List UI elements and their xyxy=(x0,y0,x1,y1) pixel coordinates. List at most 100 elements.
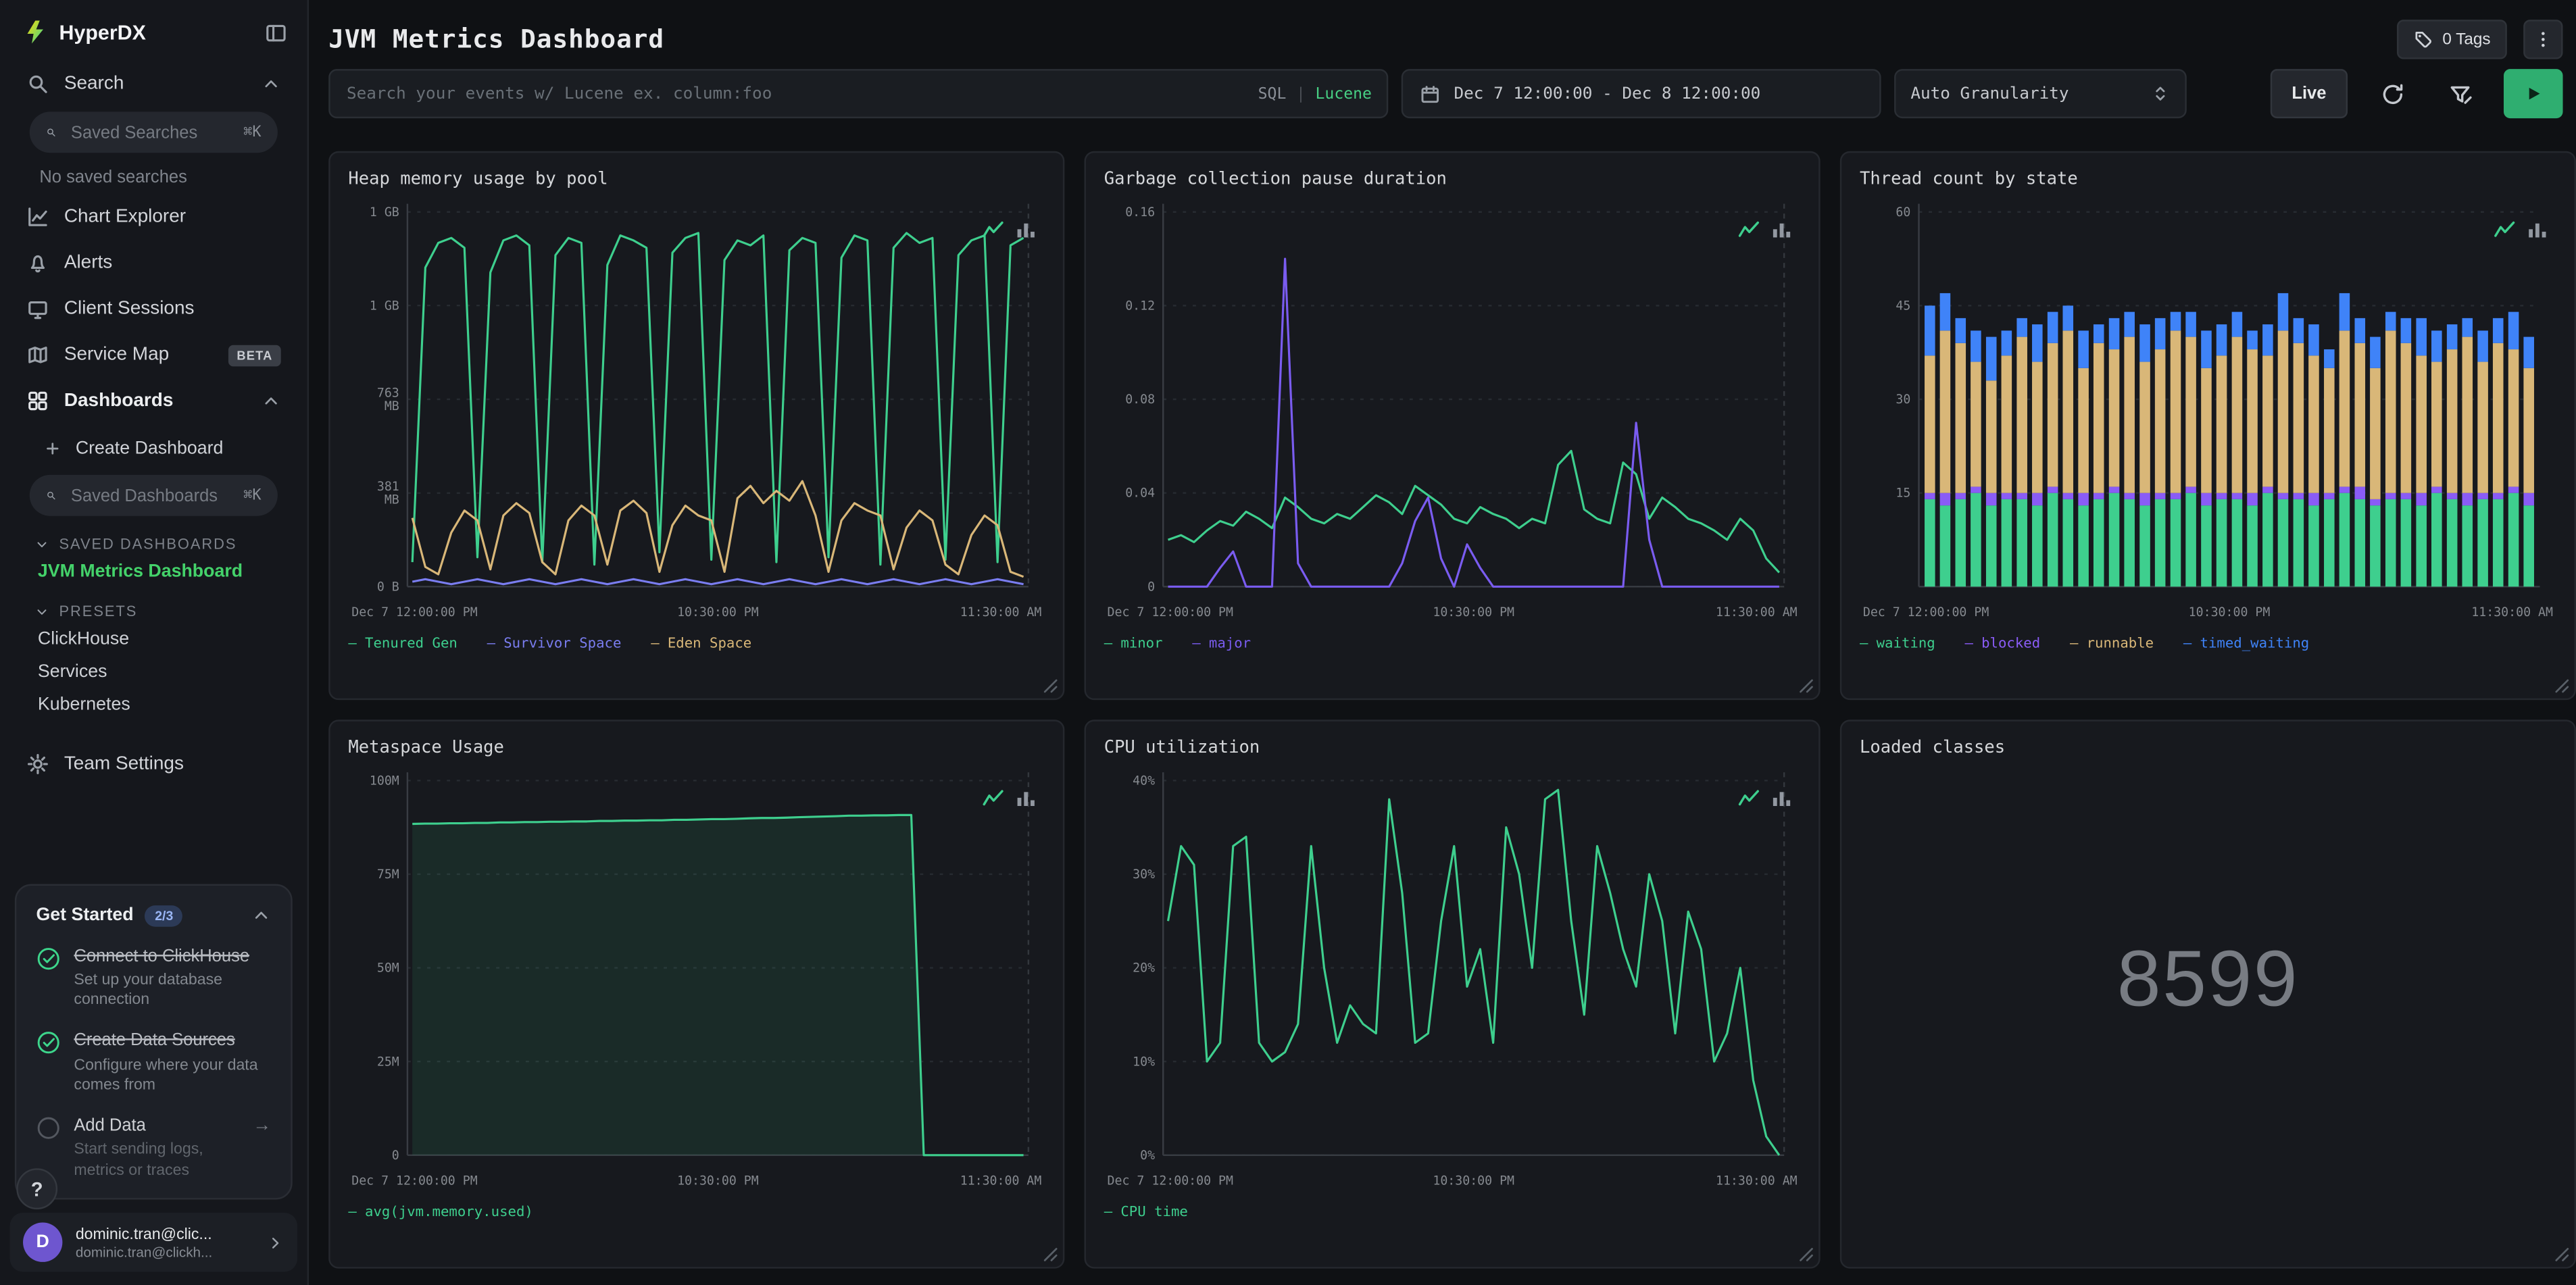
event-search-input[interactable] xyxy=(328,69,1389,119)
panel-chart[interactable]: 8599 xyxy=(1860,761,2556,1198)
svg-text:0: 0 xyxy=(392,1149,399,1163)
legend-item[interactable]: — avg(jvm.memory.used) xyxy=(348,1205,532,1221)
sidebar-item-kubernetes[interactable]: Kubernetes xyxy=(13,688,294,722)
chart-explorer-icon xyxy=(28,207,47,226)
svg-text:11:30:00 AM: 11:30:00 AM xyxy=(1716,1174,1798,1188)
sidebar-item-chart-explorer[interactable]: Chart Explorer xyxy=(13,194,294,240)
sidebar-item-jvm-dashboard[interactable]: JVM Metrics Dashboard xyxy=(13,555,294,588)
resize-handle-icon[interactable] xyxy=(2553,677,2569,693)
sql-toggle[interactable]: SQL xyxy=(1258,84,1287,103)
lucene-toggle[interactable]: Lucene xyxy=(1316,84,1372,103)
legend-label: runnable xyxy=(2086,636,2154,653)
get-started-title: Get Started xyxy=(36,905,134,926)
resize-handle-icon[interactable] xyxy=(2553,1246,2569,1262)
svg-text:45: 45 xyxy=(1896,299,1910,313)
granularity-select[interactable]: Auto Granularity xyxy=(1894,69,2187,119)
saved-searches-field[interactable] xyxy=(68,120,232,144)
panel-title[interactable]: CPU utilization xyxy=(1104,738,1801,757)
step-subtitle: Set up your database connection xyxy=(74,970,222,1009)
panel-title[interactable]: Thread count by state xyxy=(1860,170,2556,189)
tags-label: 0 Tags xyxy=(2442,30,2491,49)
refresh-icon xyxy=(2382,83,2402,103)
panel-chart[interactable]: 1 GB 1 GB 763 MB 381 MB 0 B Dec 7 12:00:00 PM 10… xyxy=(348,193,1045,630)
bar-chart-icon[interactable] xyxy=(1015,218,1037,240)
live-button[interactable]: Live xyxy=(2270,69,2348,119)
sidebar-item-clickhouse[interactable]: ClickHouse xyxy=(13,623,294,656)
saved-dashboards-section[interactable]: SAVED DASHBOARDS xyxy=(13,521,294,555)
more-options-button[interactable] xyxy=(2523,20,2563,59)
tags-button[interactable]: 0 Tags xyxy=(2396,20,2507,59)
user-menu[interactable]: D dominic.tran@clic... dominic.tran@clic… xyxy=(9,1212,298,1272)
brand-row: HyperDX xyxy=(0,0,307,61)
svg-text:75M: 75M xyxy=(377,867,399,882)
time-range-picker[interactable]: Dec 7 12:00:00 - Dec 8 12:00:00 xyxy=(1401,69,1881,119)
panels-grid: Heap memory usage by pool 1 GB 1 GB 763 MB 3… xyxy=(328,151,2576,1269)
get-started-step-2[interactable]: Create Data Sources Configure where your… xyxy=(36,1031,271,1097)
legend-item[interactable]: — major xyxy=(1192,636,1251,652)
line-chart-icon[interactable] xyxy=(983,787,1004,809)
sidebar-item-search[interactable]: Search xyxy=(13,61,294,107)
tag-icon xyxy=(2414,32,2431,48)
event-search: SQL | Lucene xyxy=(328,69,1389,119)
bar-chart-icon[interactable] xyxy=(1015,787,1037,809)
legend-item[interactable]: — runnable xyxy=(2070,636,2154,652)
legend-item[interactable]: — waiting xyxy=(1860,636,1935,652)
panel-chart[interactable]: 40% 30% 20% 10% 0% Dec 7 12:00:00 PM 10:30:00 … xyxy=(1104,761,1801,1198)
legend-item[interactable]: — blocked xyxy=(1964,636,2040,652)
panel-chart-type-icons xyxy=(1738,787,1792,809)
legend-item[interactable]: — timed_waiting xyxy=(2183,636,2309,652)
sidebar-item-services[interactable]: Services xyxy=(13,655,294,688)
line-chart-icon[interactable] xyxy=(983,218,1004,240)
legend-dash: — xyxy=(1860,636,1868,653)
sidebar-item-service-map[interactable]: Service Map BETA xyxy=(13,332,294,378)
panel-chart[interactable]: 60 45 30 15 Dec 7 12:00:00 PM 10:30:00 PM 11:3… xyxy=(1860,193,2556,630)
saved-dashboards-field[interactable] xyxy=(68,484,232,507)
resize-handle-icon[interactable] xyxy=(1798,1246,1814,1262)
panel-chart[interactable]: 100M 75M 50M 25M 0 Dec 7 12:00:00 PM 10:30:00 … xyxy=(348,761,1045,1198)
help-button[interactable]: ? xyxy=(16,1168,58,1210)
line-chart-icon[interactable] xyxy=(1738,218,1760,240)
filter-icon xyxy=(2450,85,2471,103)
legend-item[interactable]: — Survivor Space xyxy=(487,636,622,652)
sidebar-item-client-sessions[interactable]: Client Sessions xyxy=(13,286,294,332)
get-started-step-3[interactable]: Add Data Start sending logs, metrics or … xyxy=(36,1116,271,1182)
legend-item[interactable]: — Eden Space xyxy=(651,636,751,652)
sidebar-item-alerts[interactable]: Alerts xyxy=(13,240,294,286)
create-dashboard-button[interactable]: Create Dashboard xyxy=(26,427,281,470)
line-chart-icon[interactable] xyxy=(2494,218,2515,240)
resize-handle-icon[interactable] xyxy=(1041,677,1058,693)
resize-handle-icon[interactable] xyxy=(1798,677,1814,693)
search-icon xyxy=(29,75,47,93)
beta-badge: BETA xyxy=(228,344,281,366)
svg-text:0.12: 0.12 xyxy=(1125,299,1155,313)
saved-dashboards-input[interactable]: ⌘K xyxy=(29,474,278,516)
collapse-sidebar-icon[interactable] xyxy=(264,20,287,43)
bar-chart-icon[interactable] xyxy=(1771,218,1793,240)
panel-title[interactable]: Garbage collection pause duration xyxy=(1104,170,1801,189)
legend-item[interactable]: — minor xyxy=(1104,636,1163,652)
panel-title[interactable]: Heap memory usage by pool xyxy=(348,170,1045,189)
resize-handle-icon[interactable] xyxy=(1041,1246,1058,1262)
saved-searches-input[interactable]: ⌘K xyxy=(29,111,278,153)
legend-dash: — xyxy=(1104,636,1113,653)
sidebar-item-team-settings[interactable]: Team Settings xyxy=(13,741,294,787)
legend-label: Survivor Space xyxy=(503,636,622,653)
panel-chart[interactable]: 0.16 0.12 0.08 0.04 0 Dec 7 12:00:00 PM 10:30:… xyxy=(1104,193,1801,630)
legend-item[interactable]: — Tenured Gen xyxy=(348,636,457,652)
refresh-button[interactable] xyxy=(2369,71,2415,117)
legend-item[interactable]: — CPU time xyxy=(1104,1205,1188,1221)
filter-button[interactable] xyxy=(2436,71,2482,117)
panel-title[interactable]: Loaded classes xyxy=(1860,738,2556,757)
bar-chart-icon[interactable] xyxy=(2527,218,2548,240)
sidebar-item-dashboards[interactable]: Dashboards xyxy=(13,378,294,424)
bar-chart-icon[interactable] xyxy=(1771,787,1793,809)
get-started-step-1[interactable]: Connect to ClickHouse Set up your databa… xyxy=(36,946,271,1011)
sidebar-item-label: Dashboards xyxy=(64,390,174,411)
run-query-button[interactable] xyxy=(2503,69,2563,119)
kebab-icon xyxy=(2542,32,2545,47)
panel-title[interactable]: Metaspace Usage xyxy=(348,738,1045,757)
chevron-up-icon[interactable] xyxy=(251,905,271,925)
monitor-icon xyxy=(28,301,47,320)
line-chart-icon[interactable] xyxy=(1738,787,1760,809)
presets-section[interactable]: PRESETS xyxy=(13,588,294,623)
